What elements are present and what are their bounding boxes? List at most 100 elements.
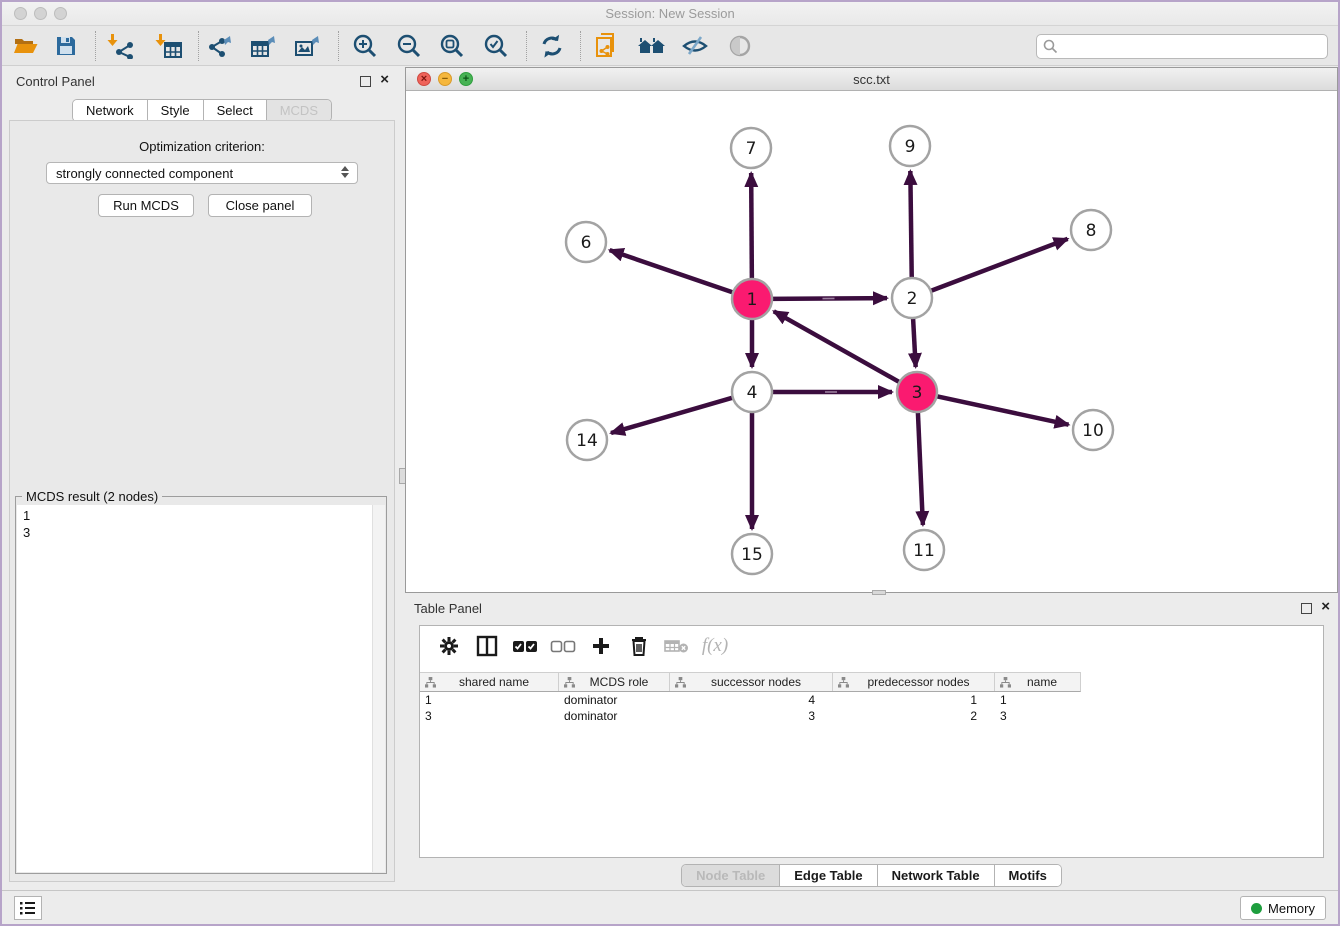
mcds-result-area[interactable]: 1 3 (17, 505, 385, 872)
table-header-row: shared nameMCDS rolesuccessor nodesprede… (420, 672, 1081, 692)
result-scrollbar[interactable] (372, 505, 385, 872)
table-panel-tabs: Node TableEdge TableNetwork TableMotifs (405, 864, 1338, 887)
search-input[interactable] (1036, 34, 1328, 59)
select-all-icon[interactable] (506, 638, 544, 654)
graph-edge-2-9[interactable] (910, 171, 911, 280)
settings-icon[interactable] (430, 635, 468, 657)
graph-node-4[interactable]: 4 (732, 372, 772, 412)
close-panel-button[interactable]: Close panel (208, 194, 312, 217)
graph-edge-1-6[interactable] (610, 250, 735, 293)
export-table-icon[interactable] (246, 30, 282, 62)
column-header-shared-name[interactable]: shared name (420, 673, 559, 691)
network-graph[interactable]: 7 9 6 8 1 2 4 3 14 10 15 11 (407, 91, 1336, 591)
control-panel: Control Panel × NetworkStyleSelectMCDS O… (7, 70, 397, 890)
mcds-result-text: 1 3 (23, 507, 30, 541)
export-network-icon[interactable] (203, 30, 239, 62)
tab-mcds[interactable]: MCDS (267, 100, 331, 121)
svg-text:7: 7 (746, 139, 757, 159)
graph-edge-2-8[interactable] (929, 239, 1068, 292)
toolbar-separator (338, 31, 339, 61)
network-view-window: × − + scc.txt 7968124314101511 (405, 67, 1338, 593)
graph-edge-3-10[interactable] (935, 396, 1069, 425)
delete-table-icon (658, 637, 696, 655)
graph-node-15[interactable]: 15 (732, 534, 772, 574)
tab-edge-table[interactable]: Edge Table (780, 865, 877, 886)
select-stepper-icon (341, 166, 349, 178)
clone-network-icon[interactable] (590, 30, 626, 62)
table-row[interactable]: 1dominator411 (420, 692, 1323, 708)
control-panel-tabs: NetworkStyleSelectMCDS (7, 99, 397, 122)
optimization-criterion-select[interactable]: strongly connected component (46, 162, 358, 184)
column-header-predecessor-nodes[interactable]: predecessor nodes (833, 673, 995, 691)
graph-node-1[interactable]: 1 (732, 279, 772, 319)
cell-name: 1 (995, 693, 1079, 707)
refresh-icon[interactable] (534, 30, 570, 62)
export-image-icon[interactable] (290, 30, 326, 62)
add-column-icon[interactable] (582, 636, 620, 656)
column-header-MCDS-role[interactable]: MCDS role (559, 673, 670, 691)
control-panel-close-icon[interactable]: × (380, 71, 389, 89)
table-panel-float-icon[interactable] (1301, 603, 1312, 614)
function-builder-icon: f(x) (696, 635, 734, 657)
run-mcds-button[interactable]: Run MCDS (98, 194, 194, 217)
home-icon[interactable] (634, 30, 670, 62)
graph-edge-4-14[interactable] (611, 397, 735, 433)
toggle-visibility-icon[interactable] (677, 30, 713, 62)
memory-button[interactable]: Memory (1240, 896, 1326, 920)
column-header-successor-nodes[interactable]: successor nodes (670, 673, 833, 691)
tab-style[interactable]: Style (148, 100, 204, 121)
graph-edge-2-3[interactable] (913, 316, 916, 367)
search-icon (1043, 39, 1058, 59)
memory-label: Memory (1268, 901, 1315, 916)
svg-text:6: 6 (581, 233, 592, 253)
column-header-name[interactable]: name (995, 673, 1079, 691)
import-table-icon[interactable] (151, 30, 187, 62)
network-window-title: scc.txt (406, 72, 1337, 87)
mcds-result-box: MCDS result (2 nodes) 1 3 (15, 496, 387, 874)
graph-node-3[interactable]: 3 (897, 372, 937, 412)
tab-select[interactable]: Select (204, 100, 267, 121)
zoom-selected-icon[interactable] (478, 30, 514, 62)
save-session-icon[interactable] (48, 30, 84, 62)
graph-node-11[interactable]: 11 (904, 530, 944, 570)
graph-edge-3-1[interactable] (774, 311, 902, 383)
table-body: 1dominator4113dominator323 (420, 692, 1323, 724)
tab-motifs[interactable]: Motifs (995, 865, 1061, 886)
import-network-icon[interactable] (103, 30, 139, 62)
tab-network[interactable]: Network (73, 100, 148, 121)
deselect-all-icon[interactable] (544, 638, 582, 654)
graph-node-9[interactable]: 9 (890, 126, 930, 166)
zoom-in-icon[interactable] (347, 30, 383, 62)
control-panel-float-icon[interactable] (360, 76, 371, 87)
graph-edge-3-11[interactable] (918, 410, 923, 525)
graph-node-8[interactable]: 8 (1071, 210, 1111, 250)
tab-node-table[interactable]: Node Table (682, 865, 780, 886)
graph-node-10[interactable]: 10 (1073, 410, 1113, 450)
table-row[interactable]: 3dominator323 (420, 708, 1323, 724)
delete-column-icon[interactable] (620, 635, 658, 657)
table-panel-title: Table Panel (414, 601, 482, 616)
zoom-out-icon[interactable] (391, 30, 427, 62)
memory-status-icon (1251, 903, 1262, 914)
graph-edge-1-7[interactable] (751, 173, 752, 281)
graph-node-14[interactable]: 14 (567, 420, 607, 460)
task-list-icon[interactable] (14, 896, 42, 920)
zoom-fit-icon[interactable] (434, 30, 470, 62)
window-titlebar: Session: New Session (2, 2, 1338, 26)
open-session-icon[interactable] (8, 30, 44, 62)
graph-node-6[interactable]: 6 (566, 222, 606, 262)
node-table-view: f(x) shared nameMCDS rolesuccessor nodes… (419, 625, 1324, 858)
svg-text:1: 1 (747, 290, 758, 310)
cell-MCDS-role: dominator (559, 693, 670, 707)
svg-text:14: 14 (576, 431, 598, 451)
horizontal-splitter-handle[interactable] (872, 590, 886, 595)
table-panel-close-icon[interactable]: × (1321, 598, 1330, 616)
graph-node-7[interactable]: 7 (731, 128, 771, 168)
tab-network-table[interactable]: Network Table (878, 865, 995, 886)
split-panel-icon[interactable] (468, 635, 506, 657)
svg-text:10: 10 (1082, 421, 1104, 441)
svg-text:9: 9 (905, 137, 916, 157)
graph-node-2[interactable]: 2 (892, 278, 932, 318)
svg-text:4: 4 (747, 383, 758, 403)
cell-shared-name: 3 (420, 709, 559, 723)
